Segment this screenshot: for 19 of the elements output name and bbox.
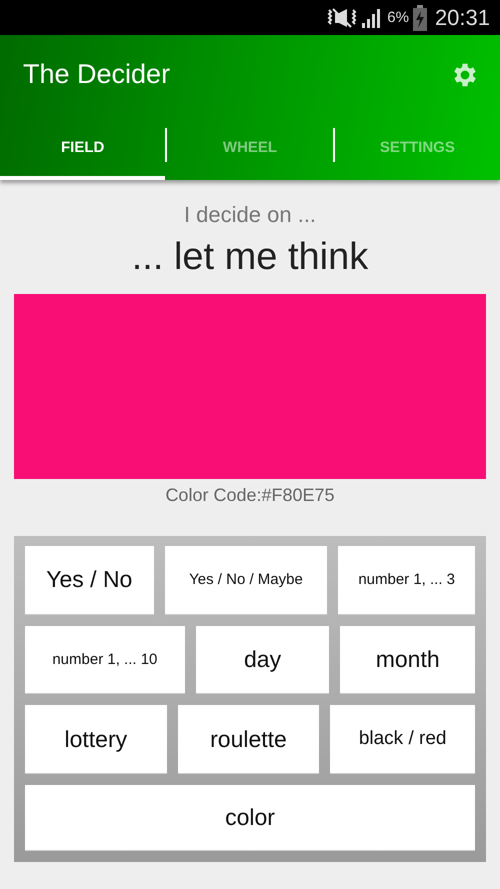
- answer-text: ... let me think: [132, 236, 368, 280]
- battery-percent: 6%: [387, 9, 409, 26]
- choice-button[interactable]: Yes / No / Maybe: [164, 546, 328, 615]
- choice-button[interactable]: lottery: [25, 705, 167, 774]
- choice-button[interactable]: black / red: [330, 705, 475, 774]
- color-code: Color Code:#F80E75: [165, 485, 335, 506]
- app-title: The Decider: [23, 59, 170, 90]
- choice-button[interactable]: roulette: [178, 705, 320, 774]
- battery-charging-icon: [412, 4, 427, 30]
- tab[interactable]: FIELD: [0, 114, 166, 180]
- prompt-text: I decide on ...: [184, 202, 316, 229]
- vibrate-mute-icon: [327, 6, 358, 28]
- choice-button[interactable]: day: [196, 626, 330, 694]
- clock-time: 20:31: [434, 4, 490, 30]
- choice-button[interactable]: number 1, ... 10: [25, 626, 185, 694]
- choice-button[interactable]: color: [25, 785, 475, 851]
- choice-button[interactable]: Yes / No: [25, 546, 154, 615]
- choice-button[interactable]: number 1, ... 3: [338, 546, 475, 615]
- choice-button[interactable]: month: [340, 626, 475, 694]
